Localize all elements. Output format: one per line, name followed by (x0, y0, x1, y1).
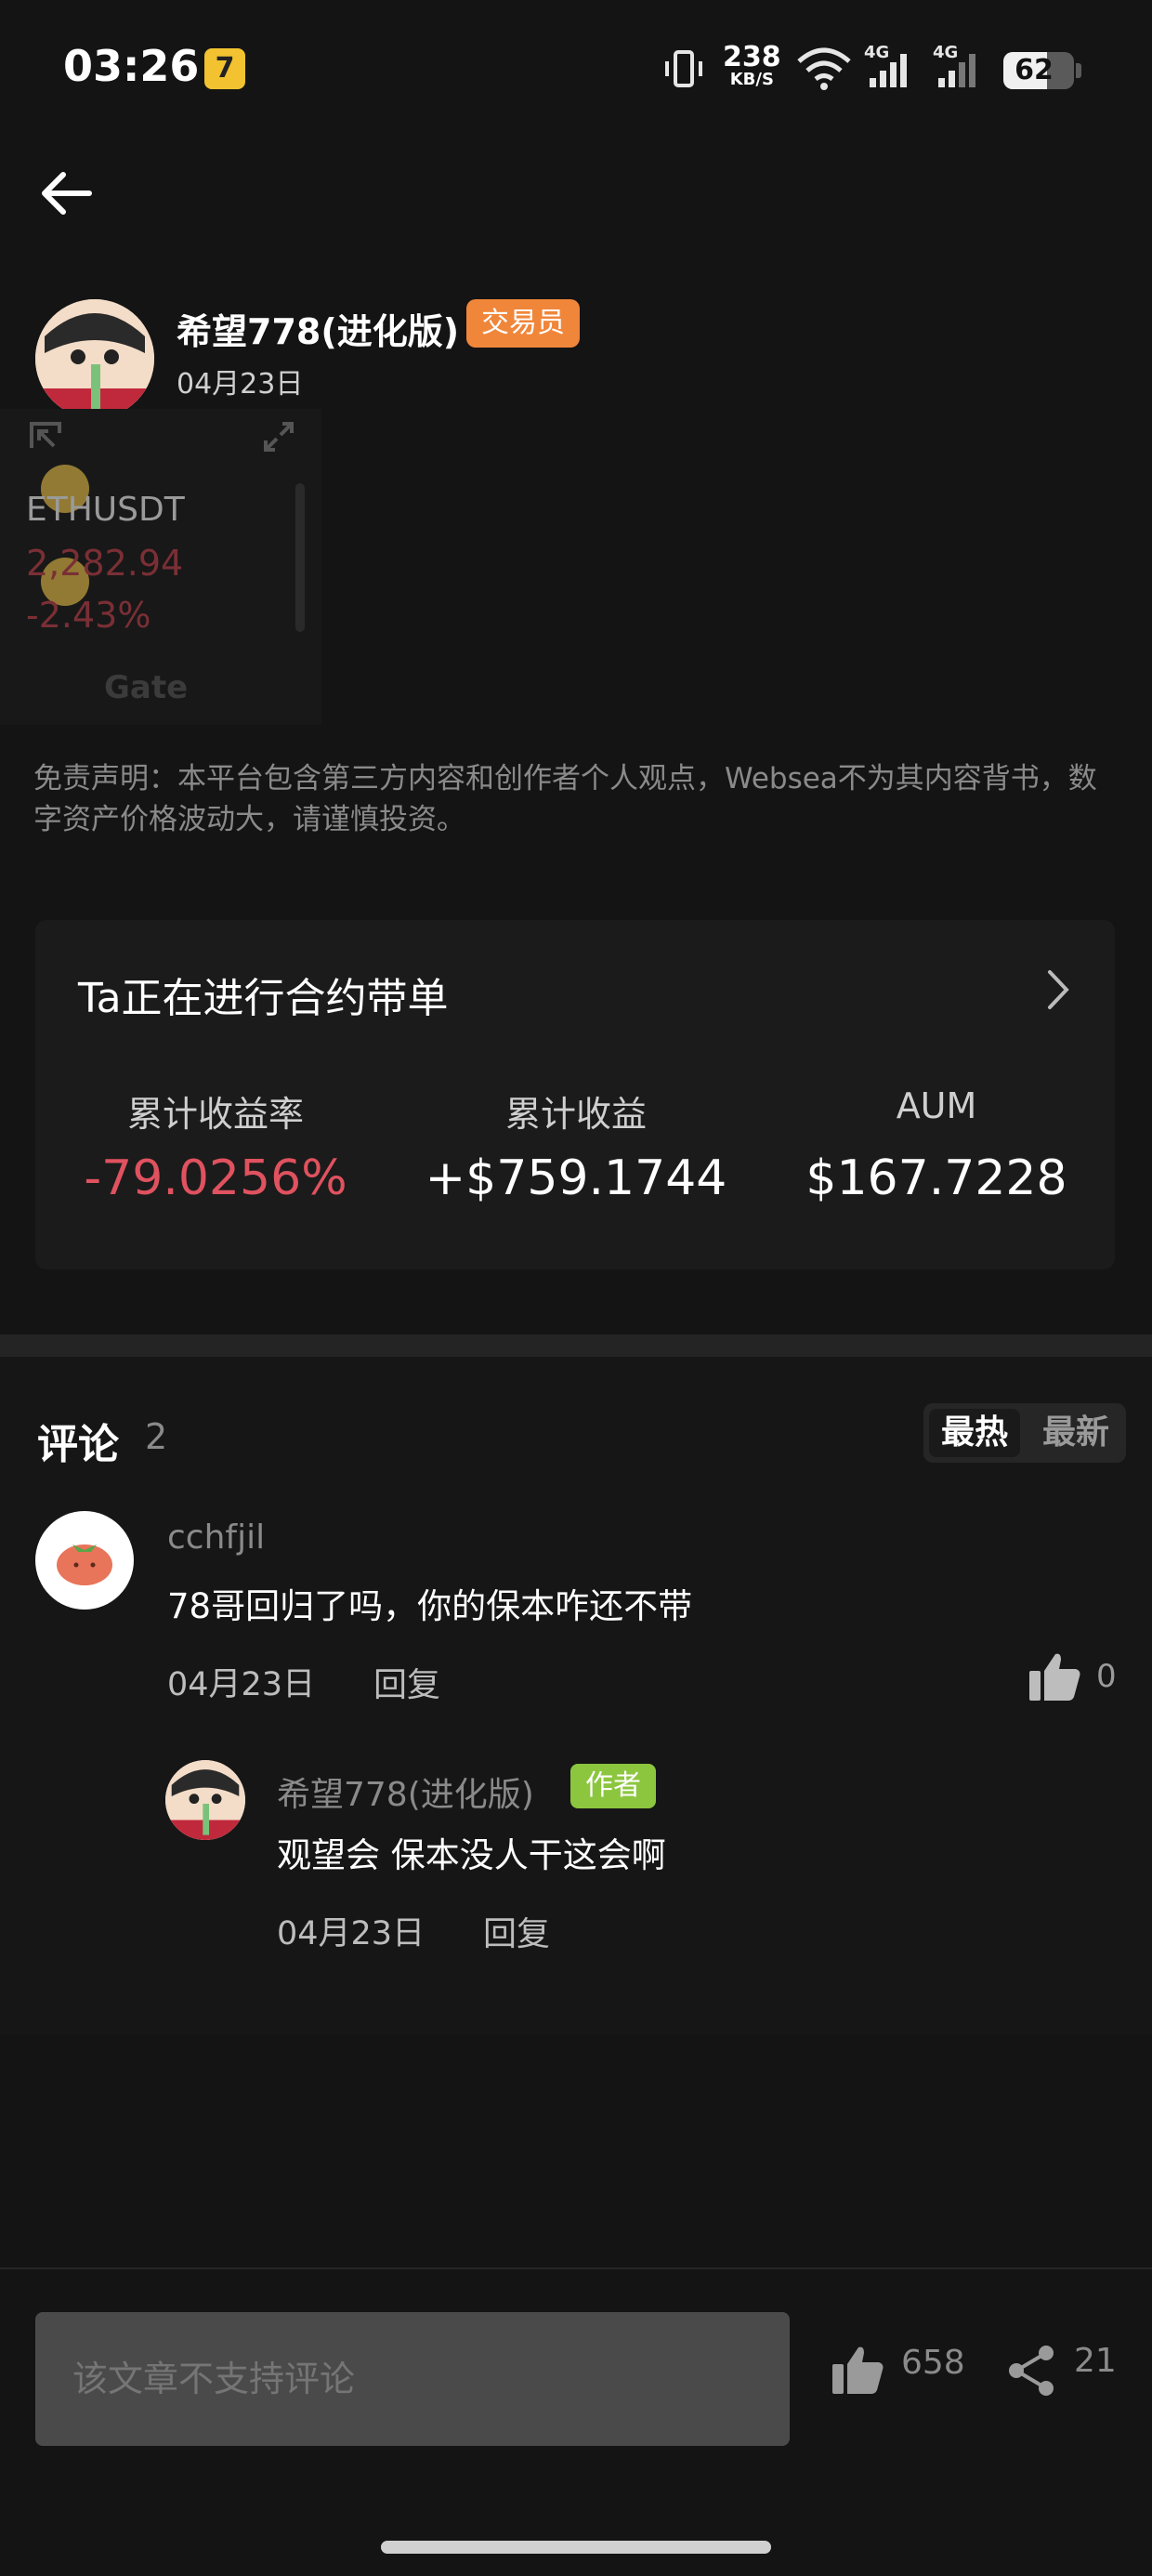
reply-reply-button[interactable]: 回复 (483, 1907, 550, 1955)
section-divider (0, 1334, 1152, 1357)
app-notification-icon: 7 (204, 48, 245, 89)
bottom-bar-border (0, 2267, 1152, 2269)
widget-change: -2.43% (26, 595, 151, 636)
home-indicator[interactable] (381, 2541, 771, 2554)
expand-icon[interactable] (262, 420, 295, 453)
sort-hot-button[interactable]: 最热 (929, 1409, 1020, 1457)
avatar-illustration (35, 299, 154, 418)
stat-label-aum: AUM (896, 1085, 977, 1126)
back-arrow-icon[interactable] (35, 165, 102, 221)
widget-scrollbar[interactable] (295, 483, 305, 632)
thumb-up-icon[interactable] (1028, 1650, 1081, 1702)
comment-reply-button[interactable]: 回复 (373, 1658, 440, 1706)
author-badge: 作者 (570, 1764, 656, 1808)
comment-like-count: 0 (1096, 1658, 1117, 1695)
reply-username[interactable]: 希望778(进化版) (277, 1768, 534, 1816)
battery-level: 62 (1015, 54, 1054, 86)
trader-badge: 交易员 (466, 299, 580, 348)
post-date: 04月23日 (177, 368, 304, 401)
comments-title: 评论 (37, 1421, 119, 1468)
share-icon[interactable] (1005, 2344, 1057, 2398)
widget-symbol: ETHUSDT (26, 491, 185, 529)
reply-text: 观望会 保本没人干这会啊 (277, 1835, 666, 1875)
thumb-up-icon[interactable] (831, 2344, 884, 2396)
stat-value-roi: -79.0256% (84, 1150, 347, 1206)
stat-label-roi: 累计收益率 (126, 1094, 304, 1135)
gate-logo: Gate (104, 669, 189, 706)
battery-tip (1076, 63, 1081, 78)
copy-trade-title: Ta正在进行合约带单 (78, 975, 449, 1022)
disclaimer: 免责声明：本平台包含第三方内容和创作者个人观点，Websea不为其内容背书，数字… (33, 762, 1097, 836)
author-avatar[interactable] (35, 299, 154, 418)
pip-icon[interactable] (28, 420, 65, 457)
comment-date: 04月23日 (167, 1666, 316, 1703)
stat-value-profit: +$759.1744 (425, 1150, 727, 1206)
author-name[interactable]: 希望778(进化版) (177, 303, 459, 354)
widget-price: 2,282.94 (26, 543, 184, 584)
reply-avatar[interactable] (165, 1760, 245, 1840)
wifi-icon (797, 47, 851, 90)
stat-value-aum: $167.7228 (805, 1150, 1067, 1206)
net-speed-unit: KB/S (729, 70, 774, 89)
net-speed-value: 238 (723, 41, 781, 73)
sort-new-button[interactable]: 最新 (1029, 1409, 1122, 1457)
comments-count: 2 (145, 1416, 168, 1457)
comment-input[interactable] (35, 2312, 790, 2446)
avatar-illustration (165, 1760, 245, 1840)
stat-label-profit: 累计收益 (504, 1094, 647, 1135)
chevron-right-icon[interactable] (1039, 966, 1076, 1013)
comment-text: 78哥回归了吗，你的保本咋还不带 (167, 1586, 693, 1626)
share-count: 21 (1074, 2342, 1117, 2380)
comment-username[interactable]: cchfjil (167, 1518, 265, 1557)
tomato-avatar-illustration (57, 1544, 112, 1585)
comment-avatar[interactable] (35, 1511, 134, 1610)
reply-date: 04月23日 (277, 1915, 425, 1952)
signal-icon-2 (938, 54, 975, 87)
status-time: 03:26 (63, 41, 200, 91)
battery-icon: 62 (1003, 52, 1074, 89)
signal-icon-1 (870, 54, 907, 87)
vibrate-icon (665, 50, 702, 87)
like-count: 658 (901, 2344, 965, 2382)
net-speed: 238 KB/S (723, 44, 781, 89)
